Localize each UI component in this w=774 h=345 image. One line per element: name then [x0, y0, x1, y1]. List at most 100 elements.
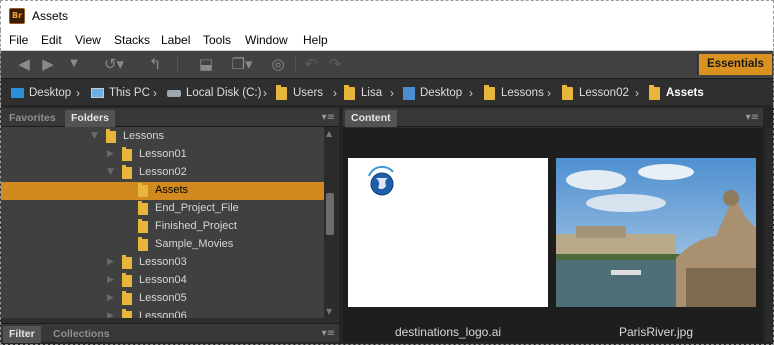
tree-row-lesson01[interactable]: ▶ Lesson01 [1, 146, 324, 164]
scroll-down-icon[interactable]: ▼ [326, 307, 332, 316]
breadcrumb-separator-icon: › [263, 86, 267, 100]
collapsed-arrow-icon[interactable]: ▶ [107, 293, 114, 303]
title-bar: Br Assets [0, 0, 774, 30]
path-bar: Desktop › This PC › Local Disk (C:) › Us… [0, 78, 774, 105]
collapsed-arrow-icon[interactable]: ▶ [107, 275, 114, 285]
bridge-app-icon: Br [9, 8, 25, 24]
breadcrumb-lessons[interactable]: Lessons [484, 84, 544, 101]
desktop-folder-icon [403, 86, 415, 100]
collapsed-arrow-icon[interactable]: ▶ [107, 311, 114, 318]
refine-icon[interactable]: ❐▾ [227, 55, 257, 73]
breadcrumb-separator-icon: › [390, 86, 394, 100]
panel-menu-icon[interactable]: ▾≡ [322, 328, 335, 339]
menu-edit[interactable]: Edit [41, 33, 62, 47]
boomerang-icon[interactable]: ↰ [147, 55, 163, 73]
folder-tree: ▼ Lessons ▶ Lesson01 ▼ Lesson02 Assets E… [1, 127, 324, 318]
folder-icon [106, 129, 116, 143]
breadcrumb-lisa[interactable]: Lisa [344, 84, 382, 101]
thumbnail-paris-river[interactable] [556, 158, 756, 307]
breadcrumb-separator-icon: › [153, 86, 157, 100]
menu-bar: File Edit View Stacks Label Tools Window… [0, 30, 774, 51]
tree-row-lesson04[interactable]: ▶ Lesson04 [1, 272, 324, 290]
disk-icon [167, 89, 181, 97]
rotate-icon[interactable]: ◎ [269, 55, 287, 73]
menu-help[interactable]: Help [303, 33, 328, 47]
breadcrumb-separator-icon: › [76, 86, 80, 100]
folder-icon [562, 84, 573, 100]
pc-icon [91, 88, 104, 98]
breadcrumb-assets[interactable]: Assets [649, 84, 704, 101]
menu-stacks[interactable]: Stacks [114, 33, 150, 47]
folder-icon [122, 255, 132, 269]
toolbar-divider [697, 54, 698, 75]
folder-icon [122, 165, 132, 179]
folder-icon [122, 147, 132, 161]
folder-icon [122, 291, 132, 305]
tab-collections[interactable]: Collections [47, 326, 116, 343]
breadcrumb-local-disk[interactable]: Local Disk (C:) [167, 85, 261, 101]
folder-icon [122, 273, 132, 287]
rotate-ccw-icon[interactable]: ↶ [303, 55, 319, 73]
tree-row-finished-project[interactable]: Finished_Project [1, 218, 324, 236]
menu-view[interactable]: View [75, 33, 101, 47]
breadcrumb-this-pc[interactable]: This PC [91, 85, 150, 101]
tree-row-lesson05[interactable]: ▶ Lesson05 [1, 290, 324, 308]
expanded-arrow-icon[interactable]: ▼ [107, 167, 114, 177]
menu-label[interactable]: Label [161, 33, 190, 47]
breadcrumb-separator-icon: › [469, 86, 473, 100]
thumbnail-destinations-logo[interactable] [348, 158, 548, 307]
collapsed-arrow-icon[interactable]: ▶ [107, 149, 114, 159]
breadcrumb-users[interactable]: Users [276, 84, 323, 101]
folder-tree-scrollbar[interactable]: ▲ ▼ [324, 127, 336, 318]
menu-file[interactable]: File [9, 33, 28, 47]
tree-row-sample-movies[interactable]: Sample_Movies [1, 236, 324, 254]
workspace-essentials-button[interactable]: Essentials [699, 54, 772, 75]
breadcrumb-desktop[interactable]: Desktop [11, 85, 71, 101]
window-title: Assets [32, 9, 69, 23]
tree-row-end-project-file[interactable]: End_Project_File [1, 200, 324, 218]
back-arrow-icon[interactable]: ◀ [15, 55, 33, 73]
folder-icon [138, 219, 148, 233]
rotate-cw-icon[interactable]: ↷ [327, 55, 343, 73]
breadcrumb-lesson02[interactable]: Lesson02 [562, 84, 629, 101]
tab-folders[interactable]: Folders [65, 110, 115, 127]
content-grid: destinations_logo.ai ParisRiver.jpg [343, 128, 763, 342]
recent-icon[interactable]: ↺▾ [101, 55, 127, 73]
breadcrumb-separator-icon: › [333, 86, 337, 100]
menu-tools[interactable]: Tools [203, 33, 231, 47]
folder-icon [484, 84, 495, 100]
toolbar: ◀ ▶ ▼ ↺▾ ↰ ⬓ ❐▾ ◎ ↶ ↷ Essentials [0, 51, 774, 78]
panel-menu-icon[interactable]: ▾≡ [746, 112, 759, 123]
collapsed-arrow-icon[interactable]: ▶ [107, 257, 114, 267]
content-scrollbar[interactable] [765, 128, 773, 342]
dropdown-icon[interactable]: ▼ [67, 55, 81, 73]
tree-row-assets[interactable]: Assets [1, 182, 324, 200]
breadcrumb-desktop-folder[interactable]: Desktop [403, 85, 462, 101]
tree-row-lesson02[interactable]: ▼ Lesson02 [1, 164, 324, 182]
tree-row-lesson03[interactable]: ▶ Lesson03 [1, 254, 324, 272]
tab-filter[interactable]: Filter [3, 326, 41, 343]
folder-icon [276, 84, 287, 100]
breadcrumb-separator-icon: › [547, 86, 551, 100]
tree-row-lessons[interactable]: ▼ Lessons [1, 128, 324, 146]
forward-arrow-icon[interactable]: ▶ [39, 55, 57, 73]
folder-icon [138, 183, 148, 197]
thumbnail-label: ParisRiver.jpg [618, 325, 694, 339]
desktop-icon [11, 88, 24, 98]
thumbnail-label: destinations_logo.ai [394, 325, 502, 339]
left-panel-tabs: Favorites Folders ▾≡ [1, 108, 339, 127]
tree-row-lesson06[interactable]: ▶ Lesson06 [1, 308, 324, 318]
breadcrumb-separator-icon: › [635, 86, 639, 100]
main-area: Favorites Folders ▾≡ ▼ Lessons ▶ Lesson0… [0, 105, 774, 345]
scroll-up-icon[interactable]: ▲ [326, 129, 332, 138]
tab-content[interactable]: Content [345, 110, 397, 127]
folders-panel: Favorites Folders ▾≡ ▼ Lessons ▶ Lesson0… [1, 108, 339, 343]
panel-menu-icon[interactable]: ▾≡ [322, 112, 335, 123]
folder-icon [344, 84, 355, 100]
camera-import-icon[interactable]: ⬓ [195, 55, 217, 73]
expanded-arrow-icon[interactable]: ▼ [91, 131, 98, 141]
scroll-thumb[interactable] [326, 193, 334, 235]
menu-window[interactable]: Window [245, 33, 288, 47]
tab-favorites[interactable]: Favorites [3, 110, 62, 127]
toolbar-separator [177, 57, 178, 72]
